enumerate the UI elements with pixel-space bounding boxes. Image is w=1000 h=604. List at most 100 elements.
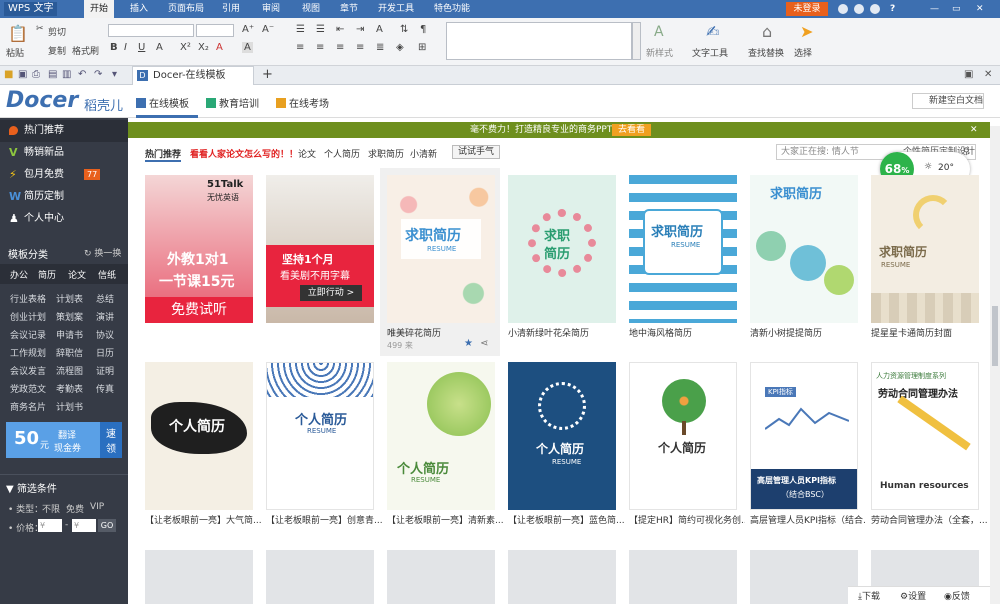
template-card-bluetree[interactable]: 个人简历 RESUME	[508, 362, 616, 510]
template-card-pencil[interactable]: 人力资源管理制度系列 劳动合同管理办法 Human resources	[871, 362, 979, 510]
export-icon[interactable]: ▥	[62, 69, 71, 80]
card-title[interactable]: 地中海风格简历	[629, 326, 745, 339]
menu-review[interactable]: 审阅	[262, 0, 280, 18]
template-card-moon[interactable]: 求职简历 RESUME	[871, 175, 979, 323]
template-card-stripes[interactable]: 求职简历 RESUME	[629, 175, 737, 323]
doc-tab-docer[interactable]: D Docer-在线模板	[132, 66, 254, 85]
sidebar-item-hot[interactable]: 热门推荐	[0, 120, 128, 142]
category-item[interactable]: 辞职信	[56, 346, 83, 359]
template-card-ad-talk[interactable]: 51Talk 无忧英语 外教1对1 一节课15元 免费试听	[145, 175, 253, 323]
font-name-field[interactable]	[108, 24, 194, 37]
template-card-wreath[interactable]: 求职 简历	[508, 175, 616, 323]
align-right-icon[interactable]: ≡	[336, 42, 344, 53]
template-card-kpi[interactable]: KPI指标 高层管理人员KPI指标 （结合BSC）	[750, 362, 858, 510]
card-title[interactable]: 清新小树提提简历	[750, 326, 866, 339]
font-color-icon[interactable]: A	[216, 42, 223, 53]
text-direction-icon[interactable]: A	[376, 24, 383, 35]
style-gallery[interactable]	[446, 22, 632, 60]
login-button[interactable]: 未登录	[786, 2, 828, 16]
card-title[interactable]: 【让老板眼前一亮】大气简...	[145, 513, 261, 526]
text-tools-button[interactable]: 文字工具	[692, 46, 728, 59]
sidebar-item-monthly-free[interactable]: ⚡ 包月免费 77	[0, 164, 128, 186]
filter-job-resume[interactable]: 求职简历	[368, 147, 404, 160]
sidebar-item-new[interactable]: V 畅销新品	[0, 142, 128, 164]
card-title[interactable]: 【提定HR】简约可视化务创...	[629, 513, 745, 526]
type-tab-letter[interactable]: 信纸	[98, 268, 116, 281]
download-button[interactable]: ⤓下载	[858, 590, 880, 604]
align-left-icon[interactable]: ≡	[296, 42, 304, 53]
type-filter-all[interactable]: 不限	[42, 502, 60, 515]
superscript-icon[interactable]: X²	[180, 42, 191, 53]
card-title[interactable]: 【让老板眼前一亮】蓝色简...	[508, 513, 624, 526]
feedback-button[interactable]: ◉反馈	[944, 590, 970, 604]
switch-button[interactable]: ↻ 换一换	[84, 246, 121, 259]
font-size-field[interactable]	[196, 24, 234, 37]
docer-logo[interactable]: Docer	[6, 88, 78, 113]
category-item[interactable]: 考勤表	[56, 382, 83, 395]
menu-home[interactable]: 开始	[84, 0, 115, 18]
shading-icon[interactable]: ◈	[396, 42, 404, 53]
italic-icon[interactable]: I	[124, 42, 127, 53]
find-replace-button[interactable]: 查找替换	[748, 46, 784, 59]
new-style-button[interactable]: 新样式	[646, 46, 673, 59]
category-item[interactable]: 证明	[96, 364, 114, 377]
strikethrough-icon[interactable]: A	[156, 42, 163, 53]
promo-link[interactable]: 看看人家论文怎么写的！！	[190, 147, 298, 160]
justify-icon[interactable]: ≡	[356, 42, 364, 53]
menu-page-layout[interactable]: 页面布局	[168, 0, 204, 18]
card-title[interactable]: 小清新绿叶花朵简历	[508, 326, 624, 339]
settings-button[interactable]: ⚙设置	[900, 590, 926, 604]
category-item[interactable]: 策划案	[56, 310, 83, 323]
tab-close-icon[interactable]: ✕	[984, 69, 992, 80]
type-filter-vip[interactable]: VIP	[90, 502, 104, 512]
sort-icon[interactable]: ⇅	[400, 24, 408, 35]
help-button[interactable]: ?	[890, 0, 895, 18]
save-icon[interactable]: ▣	[18, 69, 27, 80]
undo-icon[interactable]: ↶	[78, 69, 86, 80]
category-item[interactable]: 申请书	[56, 328, 83, 341]
card-title[interactable]: 劳动合同管理办法（全套，...	[871, 513, 987, 526]
new-tab-button[interactable]: +	[262, 67, 273, 82]
sidebar-item-personal[interactable]: ♟ 个人中心	[0, 208, 128, 230]
price-go-button[interactable]: GO	[98, 519, 116, 532]
style-gallery-scroll[interactable]	[632, 22, 641, 60]
restore-icon[interactable]: ▭	[952, 0, 961, 18]
promo-banner-cta[interactable]: 去看看	[612, 124, 652, 136]
minimize-icon[interactable]: —	[930, 0, 939, 18]
category-item[interactable]: 商务名片	[10, 400, 46, 413]
distributed-icon[interactable]: ≣	[376, 42, 384, 53]
bold-icon[interactable]: B	[110, 42, 118, 53]
tab-education[interactable]: 教育培训	[206, 95, 259, 110]
category-item[interactable]: 协议	[96, 328, 114, 341]
category-item[interactable]: 演讲	[96, 310, 114, 323]
print-preview-icon[interactable]: ▤	[48, 69, 57, 80]
category-item[interactable]: 流程图	[56, 364, 83, 377]
category-item[interactable]: 行业表格	[10, 292, 46, 305]
template-card-greentree[interactable]: 个人简历	[629, 362, 737, 510]
redo-icon[interactable]: ↷	[94, 69, 102, 80]
menu-developer[interactable]: 开发工具	[378, 0, 414, 18]
share-icon[interactable]: ⋖	[480, 338, 488, 349]
close-icon[interactable]: ✕	[976, 0, 984, 18]
scrollbar-thumb[interactable]	[992, 306, 998, 366]
bullets-icon[interactable]: ☰	[296, 24, 305, 35]
sidebar-item-resume-custom[interactable]: W 简历定制	[0, 186, 128, 208]
template-card-ad-drama[interactable]: 坚持1个月 看美剧不用字幕 立即行动 >	[266, 175, 374, 323]
card-title[interactable]: 提星星卡通简历封面	[871, 326, 987, 339]
app-menu-button[interactable]: WPS 文字	[4, 2, 58, 16]
promo-banner[interactable]: 毫不费力！打造精良专业的商务PPT 去看看 ✕	[128, 122, 990, 138]
scrollbar[interactable]	[990, 126, 1000, 604]
filter-hot[interactable]: 热门推荐	[145, 147, 181, 160]
category-item[interactable]: 工作规划	[10, 346, 46, 359]
underline-icon[interactable]: U	[138, 42, 145, 53]
cut-button[interactable]: 剪切	[48, 25, 66, 38]
category-item[interactable]: 计划表	[56, 292, 83, 305]
category-item[interactable]: 创业计划	[10, 310, 46, 323]
type-tab-paper[interactable]: 论文	[68, 268, 86, 281]
filter-personal-resume[interactable]: 个人简历	[324, 147, 360, 160]
format-painter-button[interactable]: 格式刷	[72, 44, 99, 57]
menu-view[interactable]: 视图	[302, 0, 320, 18]
card-title[interactable]: 高层管理人员KPI指标（结合...	[750, 513, 866, 526]
shirt-icon[interactable]	[870, 4, 880, 14]
category-item[interactable]: 传真	[96, 382, 114, 395]
